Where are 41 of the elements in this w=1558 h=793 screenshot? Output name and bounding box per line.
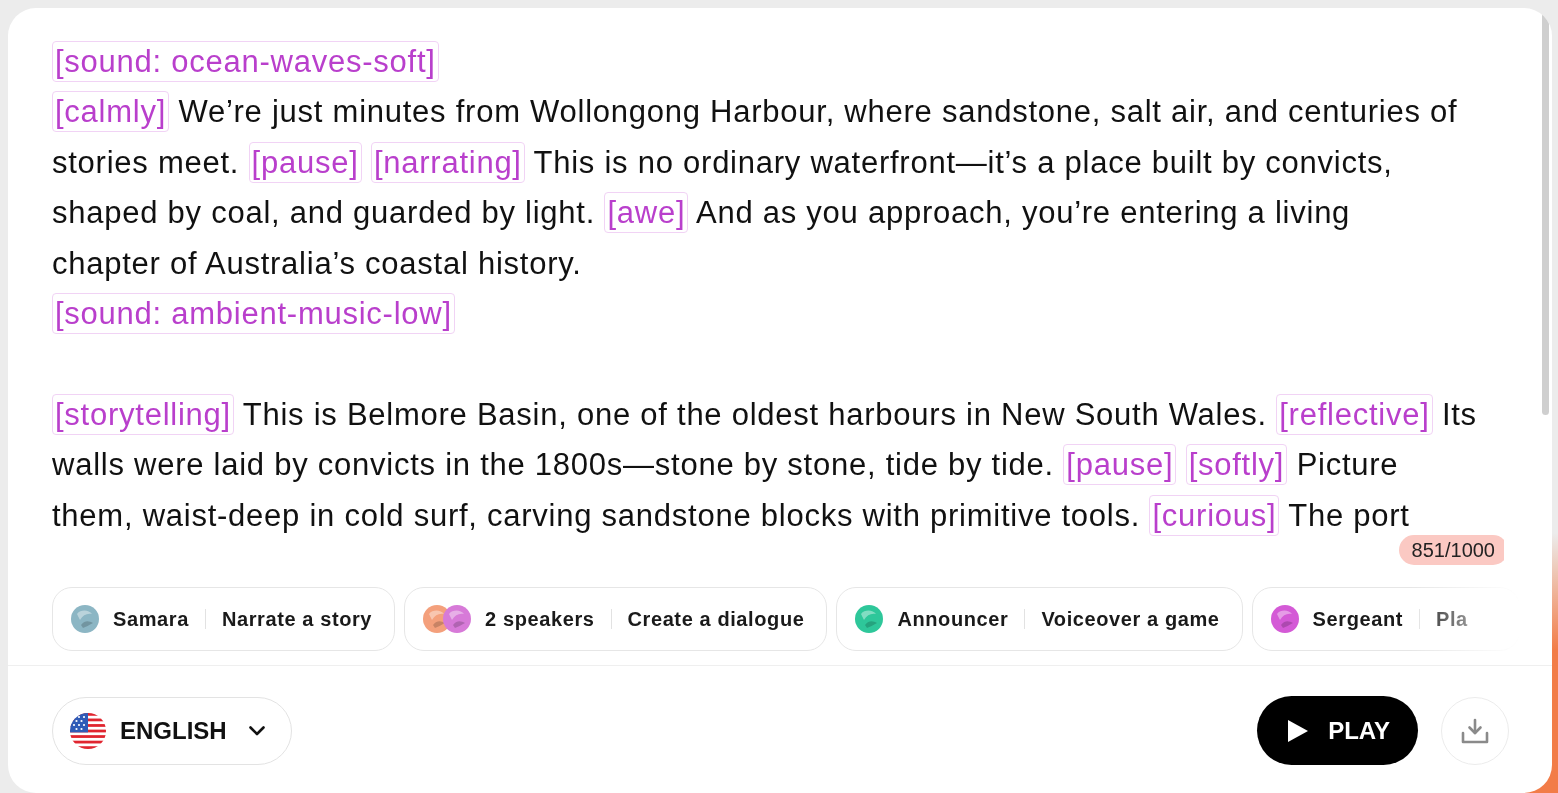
audio-tag: [sound: ocean-waves-soft] (52, 41, 439, 82)
script-text: This is Belmore Basin, one of the oldest harbours in New South Wales. (242, 396, 1267, 432)
script-text: Its (1441, 396, 1477, 432)
audio-tag: [narrating] (370, 141, 525, 183)
audio-tag: [softly] (1185, 444, 1288, 486)
script-text: walls were laid by convicts in the 1800s—stone by stone, tide by tide. (52, 447, 1054, 483)
preset-label: Narrate a story (221, 607, 373, 632)
audio-tag: [pause] (248, 141, 362, 183)
voice-preset-chip[interactable]: Announcer Voiceover a game (836, 587, 1243, 651)
voice-name: Samara (113, 607, 189, 632)
script-text: Picture (1296, 447, 1399, 483)
script-text: chapter of Australia’s coastal history. (52, 245, 582, 281)
voice-name: 2 speakers (485, 607, 595, 632)
audio-tag: [calmly] (52, 91, 170, 133)
voice-name: Sergeant (1312, 607, 1403, 632)
script-text: The port (1288, 497, 1410, 533)
preset-label: Voiceover a game (1041, 607, 1220, 632)
voice-preset-chip[interactable]: 2 speakers Create a dialogue (404, 587, 828, 651)
play-button[interactable]: PLAY (1257, 696, 1418, 765)
script-text: And as you approach, you’re entering a living (695, 195, 1351, 231)
audio-tag: [awe] (604, 192, 689, 234)
language-selector[interactable]: ENGLISH (52, 696, 292, 765)
chevron-down-icon (248, 725, 265, 736)
preset-label: Pla (1436, 607, 1468, 632)
script-text: stories meet. (52, 144, 240, 180)
voice-preset-chip[interactable]: Samara Narrate a story (52, 587, 396, 651)
script-text: them, waist-deep in cold surf, carving sandstone blocks with primitive tools. (52, 497, 1141, 533)
character-count: 851/1000 (1398, 535, 1504, 565)
play-icon (1288, 719, 1309, 742)
script-text: This is no ordinary waterfront—it’s a place built by convicts, (533, 144, 1393, 180)
audio-tag: [storytelling] (52, 393, 234, 435)
preset-label: Create a dialogue (627, 607, 805, 632)
script-text: We’re just minutes from Wollongong Harbour, where sandstone, salt air, and centuries of (178, 94, 1458, 130)
audio-tag: [pause] (1063, 444, 1177, 486)
audio-tag: [reflective] (1276, 393, 1433, 435)
audio-tag: [curious] (1149, 494, 1280, 536)
audio-tag: [sound: ambient-music-low] (52, 293, 455, 335)
download-icon (1461, 717, 1489, 744)
voice-name: Announcer (897, 607, 1009, 632)
script-text: shaped by coal, and guarded by light. (52, 195, 596, 231)
us-flag-icon (70, 712, 106, 749)
